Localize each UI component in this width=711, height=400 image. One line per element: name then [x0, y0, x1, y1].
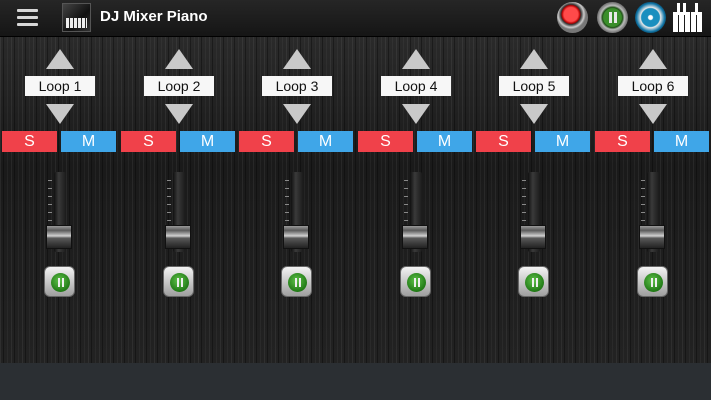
menu-icon[interactable]: [17, 9, 38, 27]
loop-label: Loop 6: [618, 76, 688, 96]
solo-button[interactable]: S: [2, 131, 57, 152]
mute-button[interactable]: M: [535, 131, 590, 152]
volume-fader-knob[interactable]: [402, 225, 428, 249]
solo-button[interactable]: S: [476, 131, 531, 152]
loop-label: Loop 1: [25, 76, 95, 96]
loop-down-arrow-icon[interactable]: [283, 104, 311, 124]
loop-up-arrow-icon[interactable]: [165, 49, 193, 69]
mute-button[interactable]: M: [61, 131, 116, 152]
loop-up-arrow-icon[interactable]: [520, 49, 548, 69]
app-title: DJ Mixer Piano: [100, 8, 208, 25]
channel-2: Loop 2 S M: [119, 37, 237, 363]
mixer-stage: Loop 1 S M Loop 2 S M Loop 3 S M Loop 4 …: [0, 37, 711, 363]
loop-down-arrow-icon[interactable]: [46, 104, 74, 124]
volume-fader-knob[interactable]: [46, 225, 72, 249]
loop-label: Loop 4: [381, 76, 451, 96]
loop-up-arrow-icon[interactable]: [46, 49, 74, 69]
solo-button[interactable]: S: [595, 131, 650, 152]
channel-pause-icon[interactable]: [44, 266, 75, 297]
channel-4: Loop 4 S M: [356, 37, 474, 363]
volume-fader-knob[interactable]: [520, 225, 546, 249]
mute-button[interactable]: M: [180, 131, 235, 152]
channel-pause-icon[interactable]: [637, 266, 668, 297]
pause-icon[interactable]: [597, 2, 628, 33]
app-logo: [62, 3, 91, 32]
solo-button[interactable]: S: [121, 131, 176, 152]
solo-button[interactable]: S: [358, 131, 413, 152]
channel-1: Loop 1 S M: [0, 37, 118, 363]
loop-label: Loop 2: [144, 76, 214, 96]
channel-pause-icon[interactable]: [400, 266, 431, 297]
loop-down-arrow-icon[interactable]: [165, 104, 193, 124]
app-bar: DJ Mixer Piano: [0, 0, 711, 37]
piano-icon[interactable]: [673, 3, 705, 32]
loop-down-arrow-icon[interactable]: [402, 104, 430, 124]
loop-up-arrow-icon[interactable]: [402, 49, 430, 69]
loop-up-arrow-icon[interactable]: [639, 49, 667, 69]
channel-3: Loop 3 S M: [237, 37, 355, 363]
loop-down-arrow-icon[interactable]: [520, 104, 548, 124]
mute-button[interactable]: M: [654, 131, 709, 152]
mute-button[interactable]: M: [298, 131, 353, 152]
volume-fader-knob[interactable]: [283, 225, 309, 249]
channel-pause-icon[interactable]: [163, 266, 194, 297]
bottom-bar: [0, 363, 711, 400]
channel-pause-icon[interactable]: [518, 266, 549, 297]
loop-label: Loop 3: [262, 76, 332, 96]
mute-button[interactable]: M: [417, 131, 472, 152]
volume-fader-knob[interactable]: [639, 225, 665, 249]
loop-label: Loop 5: [499, 76, 569, 96]
record-icon[interactable]: [557, 2, 588, 33]
channel-pause-icon[interactable]: [281, 266, 312, 297]
loop-down-arrow-icon[interactable]: [639, 104, 667, 124]
volume-fader-knob[interactable]: [165, 225, 191, 249]
channel-5: Loop 5 S M: [474, 37, 592, 363]
disc-icon[interactable]: [635, 2, 666, 33]
solo-button[interactable]: S: [239, 131, 294, 152]
channel-6: Loop 6 S M: [593, 37, 711, 363]
loop-up-arrow-icon[interactable]: [283, 49, 311, 69]
